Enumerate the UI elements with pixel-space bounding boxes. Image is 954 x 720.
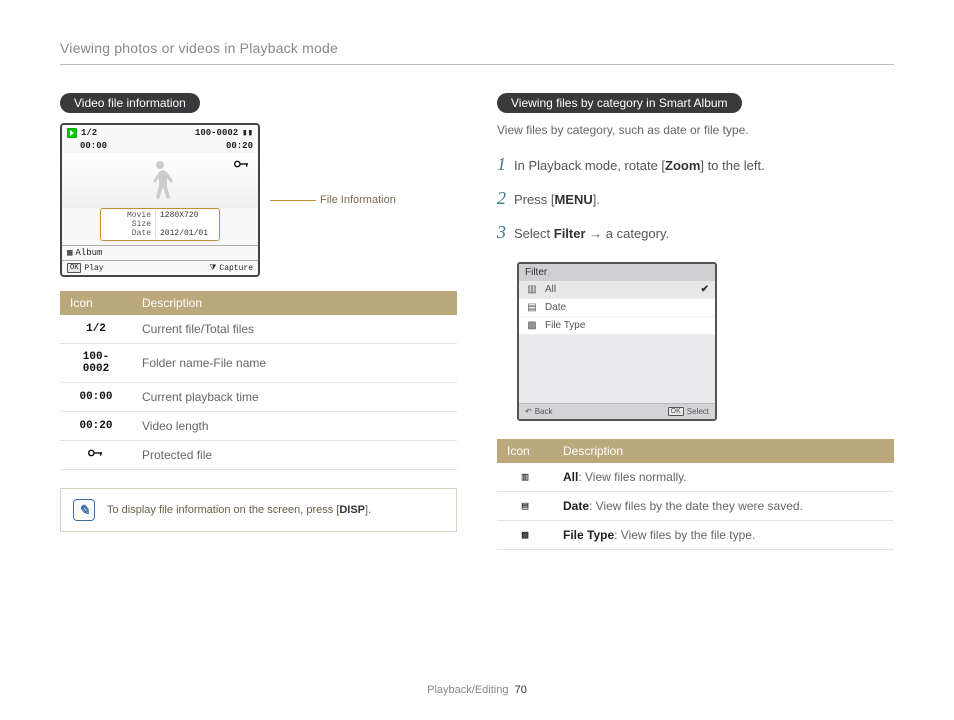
lock-key-icon: [234, 159, 250, 169]
footer-section: Playback/Editing: [427, 684, 508, 696]
calendar-icon: ▤: [525, 302, 539, 313]
filter-row-date: ▤ Date: [519, 299, 715, 317]
th-desc: Description: [553, 439, 894, 463]
step-text: Select Filter → a category.: [514, 223, 669, 243]
lcd-info-value: 2012/01/01: [155, 229, 208, 238]
table-row: ▥ All: View files normally.: [497, 463, 894, 492]
row-desc: Folder name-File name: [132, 344, 457, 383]
step-text: In Playback mode, rotate [Zoom] to the l…: [514, 155, 765, 175]
table-row: 100-0002Folder name-File name: [60, 344, 457, 383]
row-icon: 100-0002: [60, 344, 132, 383]
all-icon-cell: ▥: [497, 463, 553, 492]
filter-row-filetype: ▩ File Type: [519, 317, 715, 335]
lcd-with-callout: 1/2 100-0002 ▮▮ 00:00 00:20: [60, 123, 457, 277]
table-row: ▤ Date: View files by the date they were…: [497, 491, 894, 520]
row-icon: 1/2: [60, 315, 132, 344]
lcd-file-counter: 1/2: [81, 128, 97, 138]
right-column: Viewing files by category in Smart Album…: [497, 93, 894, 568]
page-header: Viewing photos or videos in Playback mod…: [60, 40, 894, 65]
lcd-time-current: 00:00: [80, 141, 107, 151]
all-icon: ▥: [525, 284, 539, 295]
calendar-icon-cell: ▤: [497, 491, 553, 520]
filter-select: Select: [687, 407, 709, 416]
row-desc: Date: View files by the date they were s…: [553, 491, 894, 520]
filter-label: Date: [545, 302, 566, 313]
left-column: Video file information 1/2 100-0002 ▮▮ 0…: [60, 93, 457, 568]
section-subtext: View files by category, such as date or …: [497, 123, 894, 137]
row-desc: All: View files normally.: [553, 463, 894, 492]
lcd-capture-label: Capture: [219, 264, 253, 273]
info-icon: ✎: [73, 499, 95, 521]
table-row: 1/2Current file/Total files: [60, 315, 457, 344]
row-icon: 00:20: [60, 412, 132, 441]
filter-label: All: [545, 284, 556, 295]
film-icon-cell: ▩: [497, 520, 553, 549]
th-icon: Icon: [497, 439, 553, 463]
step-2: 2 Press [MENU].: [497, 189, 894, 209]
down-icon: ⧩: [209, 264, 216, 273]
page-footer: Playback/Editing 70: [0, 684, 954, 696]
back-arrow-icon: ↶: [525, 407, 532, 416]
ok-chip: OK: [668, 407, 684, 416]
row-desc: Current file/Total files: [132, 315, 457, 344]
lcd-info-box: Movie Size 1280X720 Date 2012/01/01: [100, 208, 220, 241]
step-list: 1 In Playback mode, rotate [Zoom] to the…: [497, 155, 894, 244]
film-icon: ▩: [525, 320, 539, 331]
grid-icon: ▦: [67, 248, 72, 258]
lcd-play-label: Play: [84, 264, 103, 273]
page-number: 70: [515, 684, 527, 696]
key-icon: [88, 448, 104, 458]
step-number: 1: [497, 155, 506, 173]
filter-title: Filter: [519, 264, 715, 281]
silhouette-figure: [140, 157, 180, 205]
lcd-album-label: Album: [75, 248, 102, 258]
filter-description-table: Icon Description ▥ All: View files norma…: [497, 439, 894, 550]
row-icon-key: [60, 441, 132, 470]
icon-description-table: Icon Description 1/2Current file/Total f…: [60, 291, 457, 470]
row-desc: Video length: [132, 412, 457, 441]
step-text: Press [MENU].: [514, 189, 600, 209]
tip-text: To display file information on the scree…: [107, 504, 371, 516]
row-icon: 00:00: [60, 383, 132, 412]
section-pill-video-info: Video file information: [60, 93, 200, 113]
step-number: 3: [497, 223, 506, 241]
table-row: 00:20Video length: [60, 412, 457, 441]
filter-back: Back: [535, 407, 553, 416]
lcd-info-label: Movie Size: [105, 211, 155, 229]
row-desc: Protected file: [132, 441, 457, 470]
step-number: 2: [497, 189, 506, 207]
lcd-info-label: Date: [105, 229, 155, 238]
lcd-info-value: 1280X720: [155, 211, 198, 229]
table-row: 00:00Current playback time: [60, 383, 457, 412]
lcd-screen: 1/2 100-0002 ▮▮ 00:00 00:20: [60, 123, 260, 277]
tip-box: ✎ To display file information on the scr…: [60, 488, 457, 532]
row-desc: File Type: View files by the file type.: [553, 520, 894, 549]
two-column-layout: Video file information 1/2 100-0002 ▮▮ 0…: [60, 93, 894, 568]
th-icon: Icon: [60, 291, 132, 315]
filter-lcd: Filter ▥ All ✔ ▤ Date ▩ File Type ↶ Back…: [517, 262, 717, 421]
lcd-time-total: 00:20: [226, 141, 253, 151]
filter-label: File Type: [545, 320, 585, 331]
row-desc: Current playback time: [132, 383, 457, 412]
callout-text: File Information: [320, 194, 396, 206]
step-3: 3 Select Filter → a category.: [497, 223, 894, 243]
ok-chip: OK: [67, 263, 81, 273]
filter-row-all: ▥ All ✔: [519, 281, 715, 299]
th-desc: Description: [132, 291, 457, 315]
step-1: 1 In Playback mode, rotate [Zoom] to the…: [497, 155, 894, 175]
section-pill-smart-album: Viewing files by category in Smart Album: [497, 93, 742, 113]
table-row: Protected file: [60, 441, 457, 470]
check-icon: ✔: [701, 284, 709, 295]
play-icon: [67, 128, 77, 138]
battery-icon: ▮▮: [242, 128, 253, 138]
file-info-callout: File Information: [270, 194, 396, 206]
table-row: ▩ File Type: View files by the file type…: [497, 520, 894, 549]
lcd-file-id: 100-0002: [195, 128, 238, 138]
